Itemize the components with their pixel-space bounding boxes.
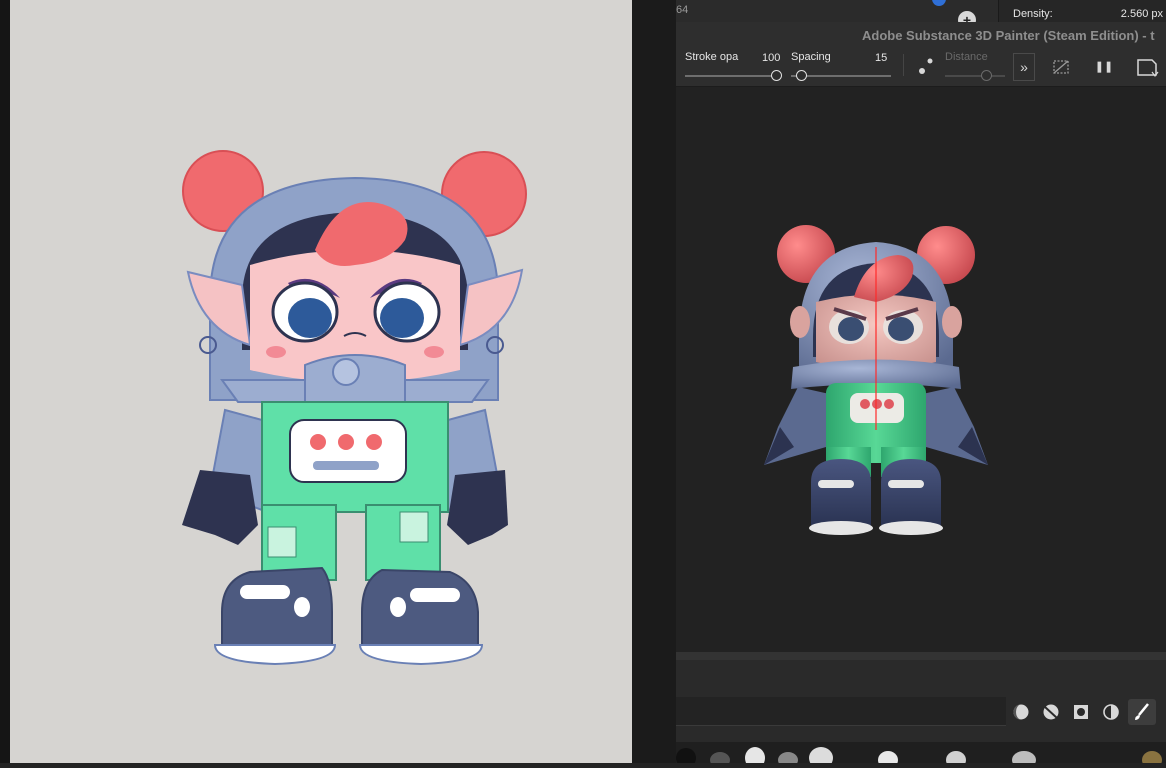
sketch-canvas[interactable]: [10, 0, 632, 763]
toolbar-separator: [903, 54, 904, 76]
smart-material-icon[interactable]: [1041, 702, 1061, 722]
density-label: Density:: [1013, 8, 1053, 20]
distance-label: Distance: [945, 51, 988, 63]
more-options-button[interactable]: »: [1013, 53, 1035, 81]
3d-viewport[interactable]: [676, 87, 1166, 652]
spacing-knob[interactable]: [796, 70, 807, 81]
brush-preset-3: [745, 747, 765, 763]
brush-preset-2: [710, 752, 730, 763]
blue-slider-knob[interactable]: [932, 0, 946, 6]
window-gap: [632, 0, 676, 763]
lazy-mouse-icon[interactable]: [916, 56, 936, 76]
brush-preset-1: [676, 748, 696, 763]
mask-icon[interactable]: [1071, 702, 1091, 722]
brush-preset-strip: [676, 742, 1166, 763]
brush-preset-7: [946, 751, 966, 763]
symmetry-toggle-icon[interactable]: [1051, 58, 1071, 76]
brush-preset-4: [778, 752, 798, 763]
panel-divider[interactable]: [676, 652, 1166, 660]
brush-preset-6: [878, 751, 898, 763]
window-title: Adobe Substance 3D Painter (Steam Editio…: [862, 28, 1155, 43]
character-3d-model: [764, 225, 988, 535]
window-title-bar: Adobe Substance 3D Painter (Steam Editio…: [676, 22, 1166, 48]
shelf-search-field[interactable]: [676, 697, 1006, 726]
sphere-material-icon[interactable]: [1011, 702, 1031, 722]
stroke-opacity-knob[interactable]: [771, 70, 782, 81]
filter-icon[interactable]: [1101, 702, 1121, 722]
brush-toolbar: Stroke opa 100 Spacing 15 Distance » ❚❚: [676, 48, 1166, 87]
spacing-label: Spacing: [791, 51, 831, 63]
brush-icon[interactable]: [1128, 699, 1156, 725]
spacing-value[interactable]: 15: [875, 52, 887, 64]
density-value: 2.560 px: [1120, 8, 1163, 20]
painter-window: 64 + Density: 2.560 px Adobe Substance 3…: [676, 0, 1166, 763]
shelf-panel: [676, 660, 1166, 763]
stroke-opacity-label: Stroke opa: [685, 51, 739, 63]
brush-preset-5: [809, 747, 833, 763]
density-panel: Density: 2.560 px: [998, 0, 1166, 22]
stroke-opacity-value[interactable]: 100: [762, 52, 780, 64]
left-window-edge: [0, 0, 10, 763]
stroke-opacity-track[interactable]: [685, 75, 781, 77]
distance-knob[interactable]: [981, 70, 992, 81]
brush-preset-8: [1012, 751, 1036, 763]
distance-track[interactable]: [945, 75, 1005, 77]
pause-button[interactable]: ❚❚: [1093, 54, 1115, 80]
view-mode-icon[interactable]: [1136, 57, 1160, 79]
brush-preset-9: [1142, 751, 1162, 763]
character-sketch: [182, 150, 527, 666]
top-number: 64: [676, 4, 689, 16]
top-panel-strip: 64 + Density: 2.560 px: [676, 0, 1166, 29]
